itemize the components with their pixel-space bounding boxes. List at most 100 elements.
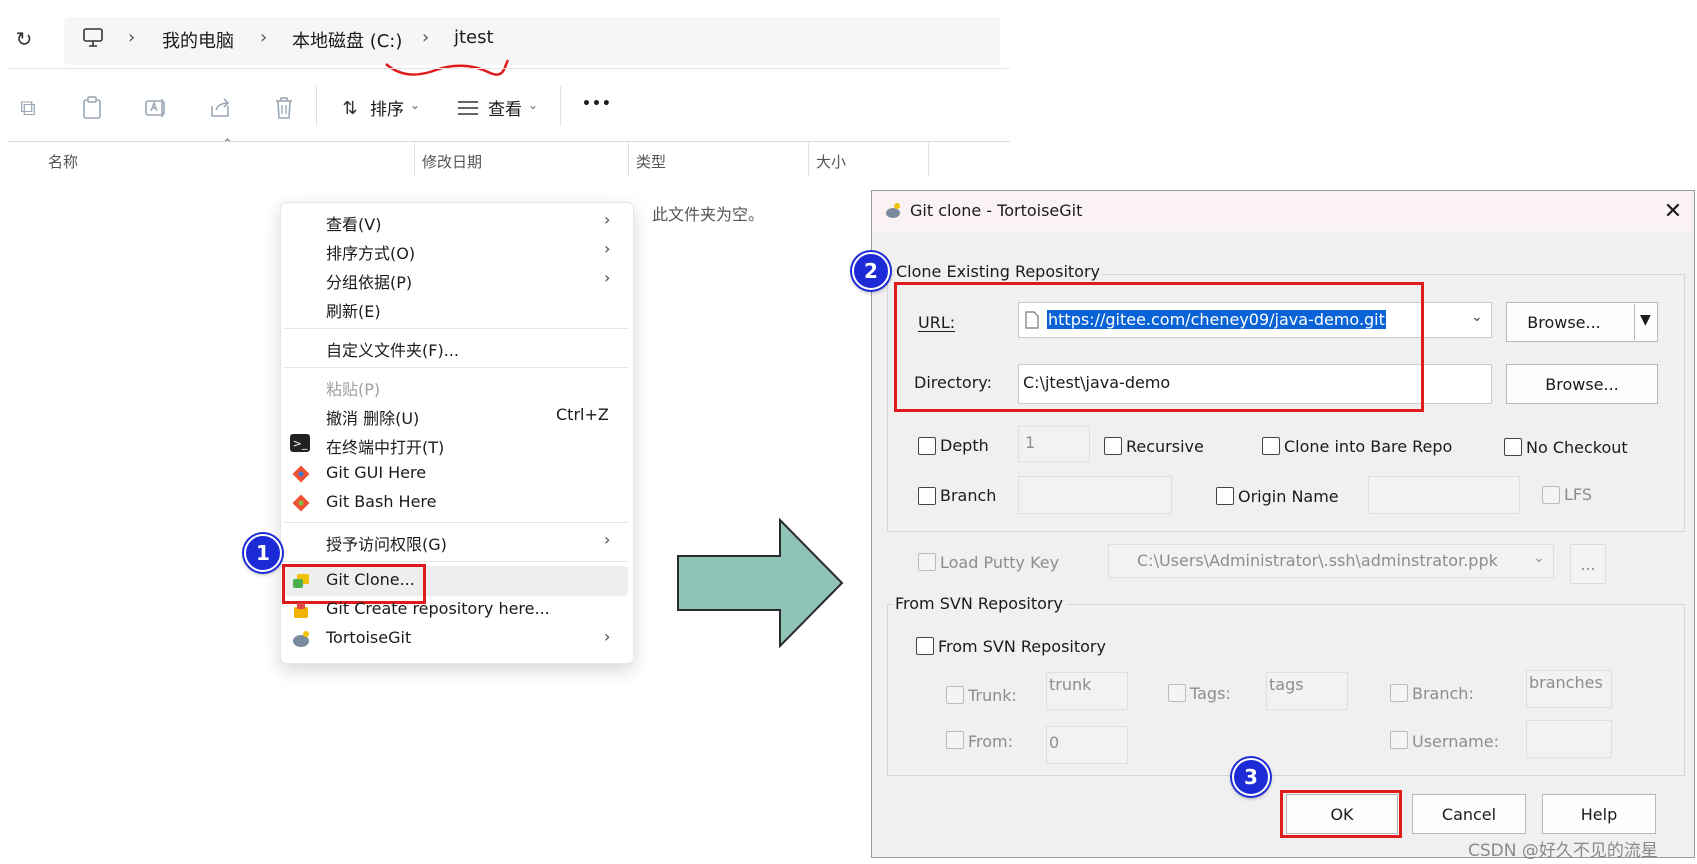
clone-existing-group-label: Clone Existing Repository — [894, 262, 1103, 281]
breadcrumb-my-computer[interactable]: 我的电脑 — [162, 27, 234, 53]
origin-name-input[interactable] — [1368, 476, 1520, 514]
origin-name-checkbox[interactable] — [1216, 487, 1234, 505]
column-type[interactable]: 类型 — [636, 151, 666, 172]
breadcrumb-separator: › — [422, 27, 430, 48]
menu-item-sort-by[interactable]: 排序方式(O) — [326, 240, 415, 264]
sort-button[interactable]: 排序 — [370, 95, 404, 120]
toolbar-divider — [316, 86, 317, 126]
menu-item-git-bash[interactable]: Git Bash Here — [326, 492, 437, 511]
menu-separator — [284, 561, 628, 562]
menu-item-grant-access[interactable]: 授予访问权限(G) — [326, 531, 447, 555]
paste-icon[interactable] — [78, 94, 106, 122]
delete-icon[interactable] — [270, 94, 298, 122]
cancel-button[interactable]: Cancel — [1412, 794, 1526, 834]
username-checkbox[interactable] — [1390, 731, 1408, 749]
no-checkout-label: No Checkout — [1526, 438, 1628, 457]
step-2-badge: 2 — [852, 252, 890, 290]
menu-item-tortoisegit[interactable]: TortoiseGit — [326, 628, 411, 647]
browse-split-divider — [1634, 304, 1635, 340]
tags-input[interactable]: tags — [1266, 672, 1348, 710]
submenu-arrow-icon: › — [604, 268, 611, 287]
terminal-icon: >_ — [290, 434, 310, 452]
rename-icon[interactable] — [142, 94, 170, 122]
breadcrumb-local-disk[interactable]: 本地磁盘 (C:) — [292, 27, 402, 53]
depth-input[interactable]: 1 — [1018, 426, 1090, 462]
undo-shortcut: Ctrl+Z — [556, 405, 609, 424]
bare-repo-checkbox[interactable] — [1262, 437, 1280, 455]
trunk-input[interactable]: trunk — [1046, 672, 1128, 710]
branch-input[interactable] — [1018, 476, 1172, 514]
lfs-label: LFS — [1564, 485, 1592, 504]
breadcrumb-separator: › — [260, 27, 268, 48]
column-size[interactable]: 大小 — [816, 151, 846, 172]
branches-input[interactable]: branches — [1526, 670, 1612, 708]
git-bash-icon — [290, 492, 312, 514]
url-browse-label: Browse... — [1527, 312, 1601, 332]
chevron-down-icon[interactable]: ⌄ — [1471, 309, 1483, 325]
directory-browse-button[interactable]: Browse... — [1506, 364, 1658, 404]
putty-browse-button[interactable]: ... — [1570, 544, 1606, 584]
dropdown-triangle-icon[interactable]: ▼ — [1640, 312, 1651, 328]
copy-icon[interactable]: ⧉ — [14, 94, 42, 122]
help-label: Help — [1580, 804, 1618, 824]
putty-browse-label: ... — [1580, 554, 1596, 574]
chevron-down-icon: ⌄ — [528, 98, 539, 112]
tortoisegit-icon — [882, 200, 904, 222]
trunk-checkbox[interactable] — [946, 686, 964, 704]
column-divider — [928, 142, 929, 176]
no-checkout-checkbox[interactable] — [1504, 438, 1522, 456]
branch-checkbox[interactable] — [918, 487, 936, 505]
menu-item-view[interactable]: 查看(V) — [326, 211, 381, 235]
menu-item-undo-delete[interactable]: 撤消 删除(U) — [326, 405, 419, 429]
column-divider — [808, 142, 809, 176]
putty-key-value: C:\Users\Administrator\.ssh\adminstrator… — [1137, 551, 1498, 570]
submenu-arrow-icon: › — [604, 239, 611, 258]
from-revision-input[interactable]: 0 — [1046, 726, 1128, 764]
tags-checkbox[interactable] — [1168, 684, 1186, 702]
bare-repo-label: Clone into Bare Repo — [1284, 437, 1453, 456]
lfs-checkbox[interactable] — [1542, 486, 1560, 504]
cancel-label: Cancel — [1441, 804, 1497, 824]
share-icon[interactable] — [206, 94, 234, 122]
close-icon[interactable]: ✕ — [1660, 198, 1686, 224]
ok-highlight-box — [1280, 790, 1402, 838]
git-clone-highlight-box — [282, 564, 426, 604]
toolbar-divider — [560, 86, 561, 126]
more-options-button[interactable]: ••• — [582, 96, 612, 112]
putty-key-checkbox[interactable] — [918, 553, 936, 571]
refresh-icon[interactable]: ↻ — [10, 25, 38, 53]
recursive-checkbox[interactable] — [1104, 437, 1122, 455]
explorer-window: ↻ › 我的电脑 › 本地磁盘 (C:) › jtest ⧉ ⇅ 排序 ⌄ 查看… — [0, 0, 1010, 700]
view-button[interactable]: 查看 — [488, 95, 522, 120]
help-button[interactable]: Help — [1542, 794, 1656, 834]
menu-item-refresh[interactable]: 刷新(E) — [326, 298, 381, 322]
username-label: Username: — [1412, 732, 1499, 751]
menu-item-git-create-repo[interactable]: Git Create repository here... — [326, 599, 550, 618]
menu-item-git-gui[interactable]: Git GUI Here — [326, 463, 426, 482]
breadcrumb-jtest[interactable]: jtest — [454, 27, 494, 48]
tags-label: Tags: — [1190, 684, 1231, 703]
column-date[interactable]: 修改日期 — [422, 151, 482, 172]
trunk-label: Trunk: — [968, 686, 1017, 705]
putty-key-combobox[interactable]: C:\Users\Administrator\.ssh\adminstrator… — [1108, 544, 1554, 578]
putty-key-label: Load Putty Key — [940, 553, 1060, 572]
branches-value: branches — [1529, 673, 1603, 692]
from-revision-checkbox[interactable] — [946, 731, 964, 749]
menu-item-group-by[interactable]: 分组依据(P) — [326, 269, 412, 293]
submenu-arrow-icon: › — [604, 530, 611, 549]
branch-svn-checkbox[interactable] — [1390, 684, 1408, 702]
chevron-down-icon[interactable]: ⌄ — [1533, 550, 1545, 566]
depth-checkbox[interactable] — [918, 437, 936, 455]
sort-icon: ⇅ — [342, 97, 358, 119]
step-1-badge: 1 — [244, 534, 282, 572]
menu-item-open-terminal[interactable]: 在终端中打开(T) — [326, 434, 444, 458]
depth-label: Depth — [940, 436, 989, 455]
url-browse-button[interactable]: Browse... — [1506, 302, 1658, 342]
directory-browse-label: Browse... — [1545, 374, 1619, 394]
menu-item-customize-folder[interactable]: 自定义文件夹(F)... — [326, 337, 459, 361]
git-gui-icon — [290, 463, 312, 485]
column-name[interactable]: 名称 — [48, 151, 78, 172]
computer-icon — [80, 25, 106, 51]
username-input[interactable] — [1526, 720, 1612, 758]
from-svn-checkbox[interactable] — [916, 637, 934, 655]
